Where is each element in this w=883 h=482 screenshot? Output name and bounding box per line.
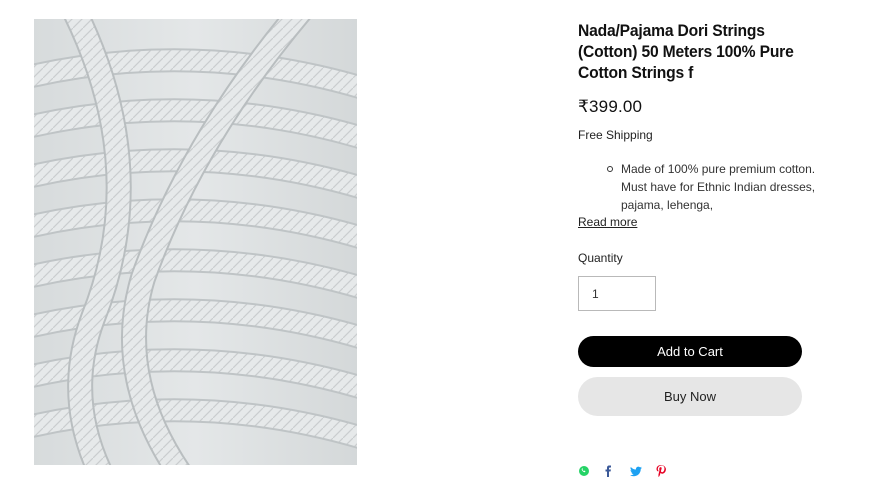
buy-now-button[interactable]: Buy Now: [578, 377, 802, 416]
whatsapp-icon[interactable]: [578, 464, 604, 478]
description-item: Made of 100% pure premium cotton. Must h…: [607, 160, 818, 214]
share-bar: [578, 464, 682, 478]
twitter-icon[interactable]: [630, 464, 656, 478]
product-image[interactable]: [33, 18, 358, 466]
product-gallery: [0, 0, 560, 482]
read-more-link[interactable]: Read more: [578, 215, 637, 229]
product-info: Nada/Pajama Dori Strings (Cotton) 50 Met…: [578, 20, 818, 477]
description-list: Made of 100% pure premium cotton. Must h…: [578, 160, 818, 214]
pinterest-icon[interactable]: [656, 464, 682, 478]
facebook-icon[interactable]: [604, 464, 630, 478]
product-price: ₹399.00: [578, 97, 643, 116]
quantity-label: Quantity: [578, 251, 623, 265]
add-to-cart-button[interactable]: Add to Cart: [578, 336, 802, 367]
product-title: Nada/Pajama Dori Strings (Cotton) 50 Met…: [578, 21, 794, 82]
quantity-input[interactable]: [578, 276, 656, 311]
shipping-info: Free Shipping: [578, 128, 653, 142]
